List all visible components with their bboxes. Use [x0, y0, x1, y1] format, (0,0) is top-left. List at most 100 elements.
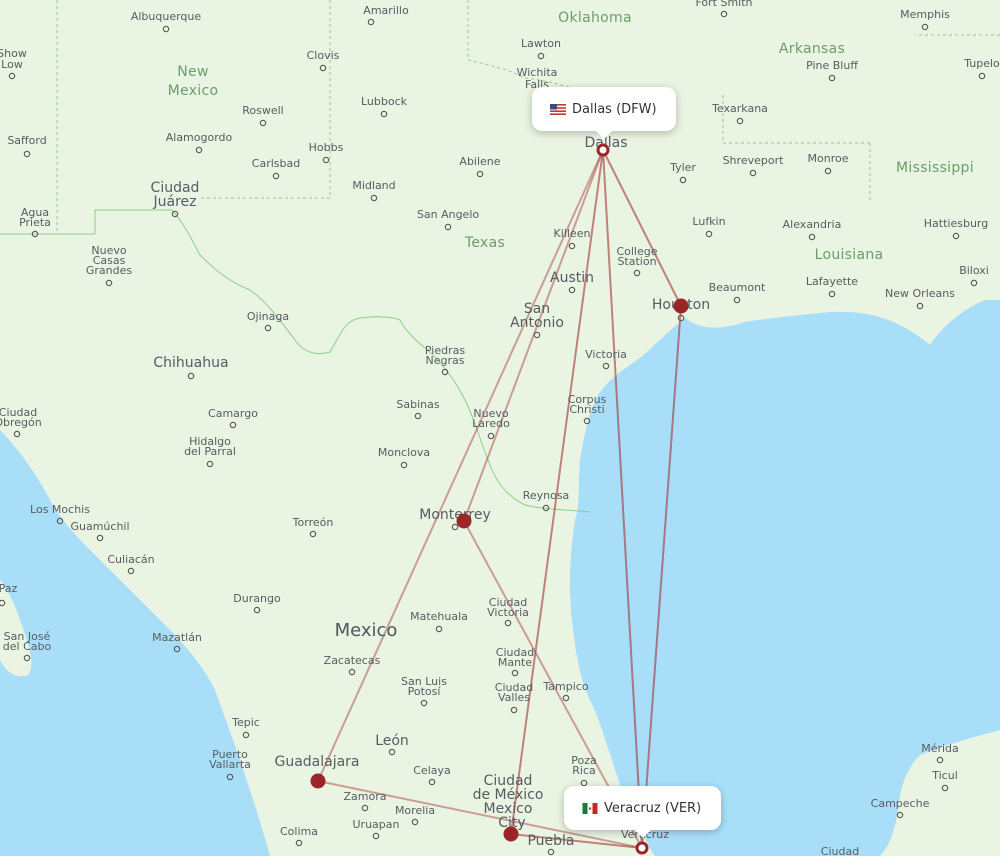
city-label: Valles [498, 691, 530, 704]
region-label: Texas [464, 235, 505, 251]
city-label: Guadalajara [274, 754, 359, 770]
city-label: Culiacán [107, 553, 154, 566]
city-label: Los Mochis [30, 503, 90, 516]
city-label: Alexandria [783, 218, 842, 231]
city-label: Hattiesburg [924, 217, 988, 230]
city-label: Monclova [378, 446, 430, 459]
region-label: Mississippi [896, 160, 974, 176]
city-label: Sabinas [396, 398, 439, 411]
city-label: Rica [572, 764, 596, 777]
city-label: León [375, 733, 409, 749]
city-label: New Orleans [885, 287, 955, 300]
city-label: Beaumont [709, 281, 766, 294]
city-label: Albuquerque [131, 10, 202, 23]
city-label: Uruapan [353, 818, 400, 831]
city-label: Obregón [0, 416, 42, 429]
city-label: Laredo [472, 417, 510, 430]
city-label: Paz [0, 582, 18, 595]
city-label: Tupelo [963, 57, 1000, 70]
us-flag-icon [550, 103, 566, 115]
monterrey-stop-marker[interactable] [456, 513, 472, 529]
city-label: Alamogordo [166, 131, 233, 144]
city-label: del Cabo [3, 640, 52, 653]
city-label: Reynosa [523, 489, 570, 502]
city-label: Victoria [585, 348, 627, 361]
region-label: Arkansas [779, 41, 845, 57]
city-label: Memphis [900, 8, 950, 21]
city-label: Vallarta [209, 758, 251, 771]
city-label: Lufkin [692, 215, 725, 228]
city-label: Biloxi [959, 264, 989, 277]
region-label: Oklahoma [558, 10, 632, 26]
city-label: Tepic [231, 716, 260, 729]
city-label: Hobbs [309, 141, 344, 154]
city-label: Safford [7, 134, 46, 147]
city-label: Celaya [413, 764, 451, 777]
city-label: Mante [498, 656, 533, 669]
origin-label: Dallas (DFW) [572, 101, 657, 117]
city-label: Tampico [542, 680, 588, 693]
region-label: Mexico [168, 83, 219, 99]
city-label: Abilene [459, 155, 500, 168]
destination-marker[interactable] [635, 841, 649, 855]
city-label: Morelia [395, 804, 435, 817]
city-label: Negras [426, 354, 465, 367]
region-label: New [177, 64, 208, 80]
mexico-flag-icon [582, 802, 598, 814]
city-label: Grandes [86, 264, 133, 277]
city-label: Pine Bluff [806, 59, 858, 72]
city-label: Camargo [208, 407, 258, 420]
region-label: Louisiana [815, 247, 884, 263]
city-label: Monterrey [419, 507, 490, 523]
city-label: Ticul [931, 769, 958, 782]
city-label: Texarkana [711, 102, 768, 115]
mexico-city-stop-marker[interactable] [503, 826, 519, 842]
city-label: Durango [233, 592, 281, 605]
origin-marker[interactable] [596, 143, 610, 157]
city-label: Killeen [554, 227, 591, 240]
city-label: Monroe [808, 152, 849, 165]
city-label: Chihuahua [153, 355, 228, 371]
city-label: Tyler [669, 161, 696, 174]
city-label: Ojinaga [247, 310, 289, 323]
city-label: Mexico [335, 620, 398, 641]
city-label: Amarillo [363, 4, 409, 17]
city-label: Potosí [408, 685, 442, 698]
city-label: Station [617, 255, 656, 268]
city-label: Mérida [921, 742, 959, 755]
origin-popup[interactable]: Dallas (DFW) [532, 87, 676, 139]
city-label: Carlsbad [252, 157, 300, 170]
city-label: del Parral [184, 445, 236, 458]
city-label: Christi [569, 403, 604, 416]
city-label: Lawton [521, 37, 561, 50]
destination-popup[interactable]: Veracruz (VER) [564, 786, 721, 838]
guadalajara-stop-marker[interactable] [310, 773, 326, 789]
route-map[interactable]: Oklahoma Arkansas New Mexico Mississippi… [0, 0, 1000, 856]
city-label: San Angelo [417, 208, 479, 221]
city-label: Shreveport [723, 154, 785, 167]
city-label: Fort Smith [695, 0, 752, 9]
destination-label: Veracruz (VER) [604, 800, 702, 816]
city-label: Lafayette [806, 275, 858, 288]
city-label: Torreón [292, 516, 334, 529]
city-label: Ciudad [821, 845, 859, 856]
city-label: Zamora [344, 790, 387, 803]
city-label: Lubbock [361, 95, 408, 108]
city-label: Prieta [19, 216, 51, 229]
city-label: Victoria [487, 606, 529, 619]
city-label: Juárez [153, 194, 197, 210]
city-label: Clovis [307, 49, 340, 62]
route-houston-ver [641, 305, 682, 849]
city-label: Zacatecas [324, 654, 381, 667]
houston-stop-marker[interactable] [673, 298, 689, 314]
city-label: Midland [352, 179, 395, 192]
city-label: Puebla [527, 833, 574, 849]
city-label: Antonio [510, 315, 564, 331]
city-label: Matehuala [410, 610, 468, 623]
city-label: Mazatlán [152, 631, 202, 644]
city-label: Guamúchil [70, 520, 129, 533]
city-label: Campeche [871, 797, 930, 810]
city-label: Low [1, 58, 23, 71]
city-label: Roswell [242, 104, 284, 117]
city-label: Colima [280, 825, 318, 838]
